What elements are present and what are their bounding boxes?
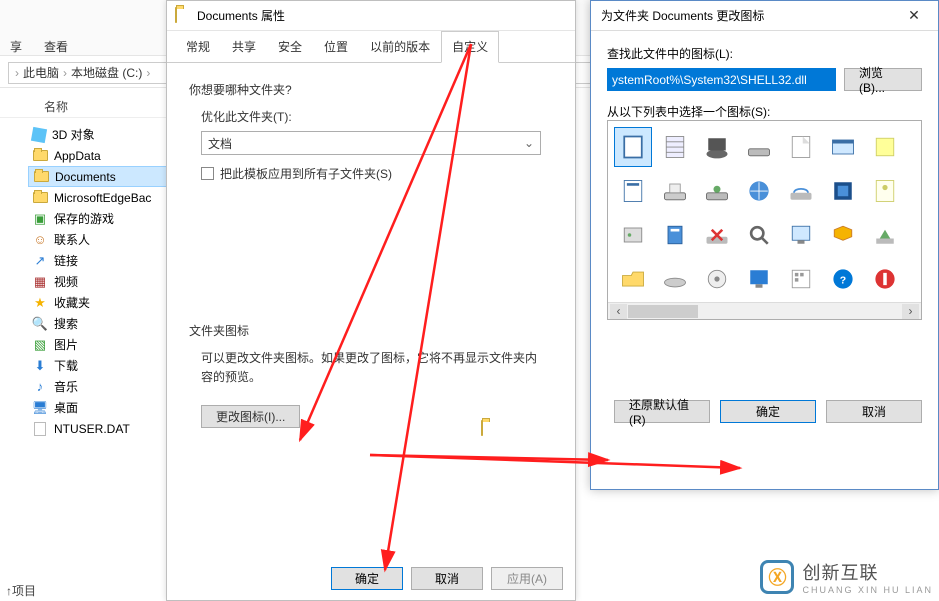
icon-option[interactable] [698,215,736,255]
column-header-name[interactable]: 名称 [44,98,68,115]
watermark-logo-icon: Ⓧ [760,560,794,594]
crumb-drive[interactable]: 本地磁盘 (C:) [71,64,142,81]
tab-security[interactable]: 安全 [267,31,313,62]
tab-share[interactable]: 共享 [221,31,267,62]
watermark-sub: CHUANG XIN HU LIAN [802,585,933,595]
optimize-combobox[interactable]: 文档 ⌄ [201,131,541,155]
icon-option[interactable] [698,127,736,167]
icon-path-input[interactable]: ystemRoot%\System32\SHELL32.dll [607,68,836,91]
icon-option[interactable] [866,259,904,299]
icon-option[interactable] [614,127,652,167]
icon-list[interactable]: ? ‹ › [607,120,922,320]
change-icon-titlebar[interactable]: 为文件夹 Documents 更改图标 ✕ [591,1,938,31]
apply-subfolders-checkbox[interactable] [201,167,214,180]
icon-option[interactable] [740,171,778,211]
icon-option[interactable] [782,259,820,299]
icon-option[interactable] [824,127,862,167]
change-icon-button[interactable]: 更改图标(I)... [201,405,300,428]
svg-text:?: ? [840,274,846,286]
icon-option[interactable] [656,171,694,211]
icon-option[interactable] [824,171,862,211]
watermark: Ⓧ 创新互联 CHUANG XIN HU LIAN [760,559,933,595]
status-bar: ↑项目 [0,582,36,599]
label-find-icon: 查找此文件中的图标(L): [607,45,922,62]
scrollbar-thumb[interactable] [628,305,698,318]
tree-item-label: NTUSER.DAT [54,422,130,436]
cancel-button[interactable]: 取消 [411,567,483,590]
tree-item-label: AppData [54,149,101,163]
close-icon[interactable]: ✕ [900,7,928,24]
tab-location[interactable]: 位置 [313,31,359,62]
tree-item-label: MicrosoftEdgeBac [54,191,151,205]
tab-previous-versions[interactable]: 以前的版本 [359,31,441,62]
change-icon-dialog: 为文件夹 Documents 更改图标 ✕ 查找此文件中的图标(L): yste… [590,0,939,490]
tree-item-label: 3D 对象 [52,126,95,143]
label-folder-type-q: 你想要哪种文件夹? [189,81,553,98]
ok-button[interactable]: 确定 [331,567,403,590]
icon-option[interactable] [782,171,820,211]
restore-default-button[interactable]: 还原默认值(R) [614,400,710,423]
tree-item-label: 搜索 [54,315,78,332]
folder-icon [175,8,191,24]
icon-option[interactable] [698,259,736,299]
combobox-value: 文档 [208,135,232,152]
menu-share[interactable]: 享 [10,38,22,55]
horizontal-scrollbar[interactable]: ‹ › [608,302,921,319]
icon-option[interactable] [614,259,652,299]
change-icon-title-text: 为文件夹 Documents 更改图标 [601,7,764,24]
icon-option[interactable] [824,215,862,255]
menu-view[interactable]: 查看 [44,38,68,55]
tree-item-label: 下载 [54,357,78,374]
watermark-brand: 创新互联 [802,559,933,585]
properties-tabs: 常规 共享 安全 位置 以前的版本 自定义 [167,31,575,63]
tree-item-label: Documents [55,170,116,184]
scroll-right-icon[interactable]: › [902,304,919,319]
dialog-title-text: Documents 属性 [197,7,285,24]
tree-item-label: 视频 [54,273,78,290]
tab-general[interactable]: 常规 [175,31,221,62]
icon-cancel-button[interactable]: 取消 [826,400,922,423]
label-folder-icon-section: 文件夹图标 [189,322,553,339]
tree-item-label: 保存的游戏 [54,210,114,227]
apply-button[interactable]: 应用(A) [491,567,563,590]
icon-option[interactable] [866,215,904,255]
apply-subfolders-label: 把此模板应用到所有子文件夹(S) [220,165,392,182]
icon-option[interactable] [740,215,778,255]
label-optimize: 优化此文件夹(T): [201,108,553,125]
icon-option[interactable] [782,215,820,255]
dialog-titlebar[interactable]: Documents 属性 [167,1,575,31]
icon-option[interactable]: ? [824,259,862,299]
icon-option[interactable] [656,215,694,255]
icon-option[interactable] [782,127,820,167]
scroll-left-icon[interactable]: ‹ [610,304,627,319]
tree-item-label: 图片 [54,336,78,353]
tree-item-label: 联系人 [54,231,90,248]
folder-icon-description: 可以更改文件夹图标。如果更改了图标，它将不再显示文件夹内容的预览。 [201,349,541,387]
tree-item-label: 桌面 [54,399,78,416]
icon-option[interactable] [740,259,778,299]
crumb-pc[interactable]: 此电脑 [23,64,59,81]
icon-ok-button[interactable]: 确定 [720,400,816,423]
browse-button[interactable]: 浏览(B)... [844,68,922,91]
chevron-down-icon: ⌄ [524,136,534,150]
icon-option[interactable] [740,127,778,167]
icon-option[interactable] [698,171,736,211]
tree-item-label: 链接 [54,252,78,269]
label-select-icon: 从以下列表中选择一个图标(S): [607,103,922,120]
icon-option[interactable] [656,127,694,167]
tree-item-label: 音乐 [54,378,78,395]
icon-option[interactable] [614,215,652,255]
icon-option[interactable] [656,259,694,299]
tree-item-label: 收藏夹 [54,294,90,311]
properties-dialog: Documents 属性 常规 共享 安全 位置 以前的版本 自定义 你想要哪种… [166,0,576,601]
tab-customize[interactable]: 自定义 [441,31,499,63]
icon-option[interactable] [866,127,904,167]
icon-option[interactable] [614,171,652,211]
folder-preview-icon [481,421,515,449]
icon-option[interactable] [866,171,904,211]
